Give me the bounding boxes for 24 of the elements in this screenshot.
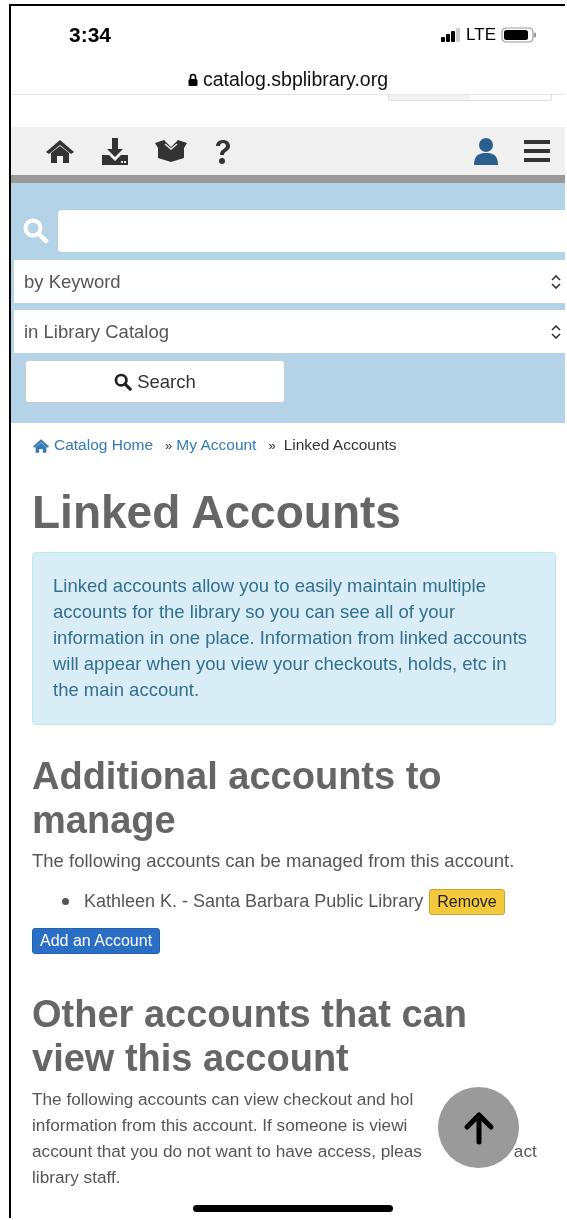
- text-fragment: act: [513, 1140, 537, 1163]
- breadcrumb-link[interactable]: Catalog Home: [54, 436, 154, 454]
- remove-button[interactable]: Remove: [429, 888, 505, 915]
- text-fragment: The following accounts can be managed from this account.: [32, 849, 515, 873]
- add-account-button[interactable]: Add an Account: [32, 928, 161, 954]
- page-title: Linked Accounts: [32, 486, 402, 538]
- info-alert: Linked accounts allow you to easily maintain multiple accounts for the library so you can see all of your information in one place. Information from linked accounts will appear when you view your checkouts, holds, etc in the main account.: [32, 552, 556, 725]
- text-fragment: The following accounts can view checkout and hol: [32, 1088, 414, 1111]
- search-button[interactable]: Search: [25, 360, 285, 403]
- account-name: Kathleen K. - Santa Barbara Public Library: [84, 891, 424, 912]
- section-heading: Additional accounts to manage: [32, 754, 443, 842]
- network-label: LTE: [466, 25, 496, 45]
- breadcrumb-link[interactable]: My Account: [176, 436, 257, 454]
- text-fragment: library staff.: [32, 1166, 121, 1189]
- clock-time: 3:34: [69, 23, 112, 47]
- text-fragment: information from this account. If someone is viewi: [32, 1114, 408, 1137]
- section-heading: Other accounts that can view this account: [32, 992, 468, 1080]
- dropdown[interactable]: by Keyword: [14, 260, 565, 303]
- breadcrumb-current: Linked Accounts: [283, 436, 397, 454]
- url-text[interactable]: catalog.sbplibrary.org: [203, 67, 388, 91]
- text-fragment: account that you do not want to have access, pleas: [32, 1140, 422, 1163]
- dropdown[interactable]: in Library Catalog: [14, 310, 565, 353]
- breadcrumb-separator: »: [268, 437, 276, 453]
- breadcrumb-separator: »: [165, 437, 173, 453]
